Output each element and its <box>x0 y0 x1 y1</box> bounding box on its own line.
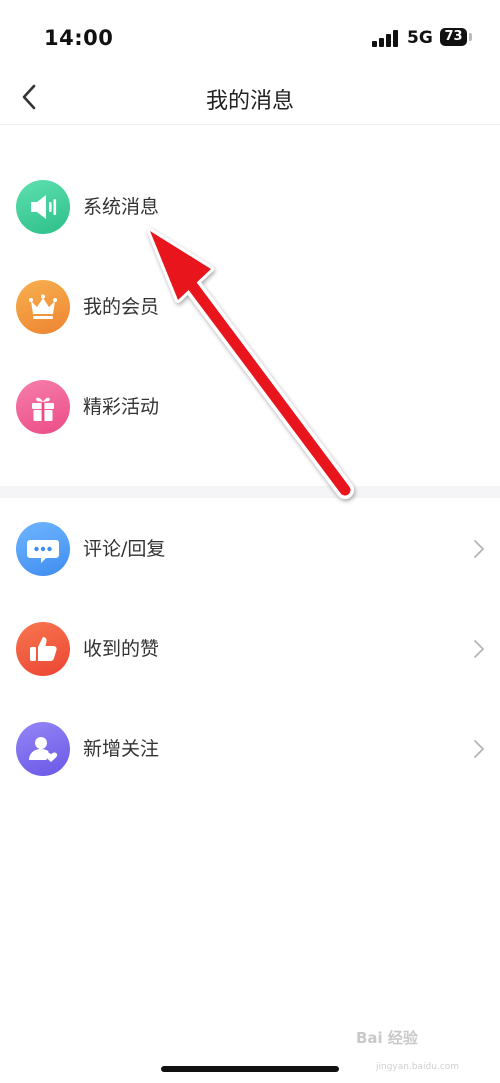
status-time: 14:00 <box>44 26 114 50</box>
chevron-right-icon <box>474 740 484 758</box>
list-item-label: 我的会员 <box>83 296 160 318</box>
list-item-system-messages[interactable]: 系统消息 <box>0 158 500 258</box>
list-item-label: 收到的赞 <box>83 638 160 660</box>
list-item-label: 精彩活动 <box>83 396 160 418</box>
watermark-url: jingyan.baidu.com <box>376 1062 460 1072</box>
battery-tip <box>469 33 472 41</box>
network-type: 5G <box>407 28 433 48</box>
list-item-label: 评论/回复 <box>83 538 166 560</box>
section-divider <box>0 486 500 498</box>
battery-icon: 73 <box>440 28 467 46</box>
speaker-icon <box>16 180 70 234</box>
chevron-right-icon <box>474 640 484 658</box>
list-item-membership[interactable]: 我的会员 <box>0 258 500 358</box>
list-item-comments-replies[interactable]: 评论/回复 <box>0 500 500 600</box>
gift-icon <box>16 380 70 434</box>
status-bar: 14:00 5G 73 <box>0 0 500 80</box>
new-follower-icon <box>16 722 70 776</box>
watermark-logo: Bai 经验 <box>356 1029 418 1047</box>
list-item-new-followers[interactable]: 新增关注 <box>0 700 500 800</box>
chevron-right-icon <box>474 540 484 558</box>
interaction-section: 评论/回复 收到的赞 新增关注 <box>0 500 500 800</box>
chat-bubble-icon <box>16 522 70 576</box>
system-messages-section: 系统消息 我的会员 精彩活动 <box>0 158 500 458</box>
page-title: 我的消息 <box>205 89 294 114</box>
signal-icon <box>372 30 402 47</box>
thumbs-up-icon <box>16 622 70 676</box>
list-item-likes-received[interactable]: 收到的赞 <box>0 600 500 700</box>
nav-bar: 我的消息 <box>0 70 500 125</box>
list-item-activities[interactable]: 精彩活动 <box>0 358 500 458</box>
home-indicator[interactable] <box>161 1066 339 1072</box>
list-item-label: 系统消息 <box>83 196 160 218</box>
list-item-label: 新增关注 <box>83 738 160 760</box>
crown-icon <box>16 280 70 334</box>
